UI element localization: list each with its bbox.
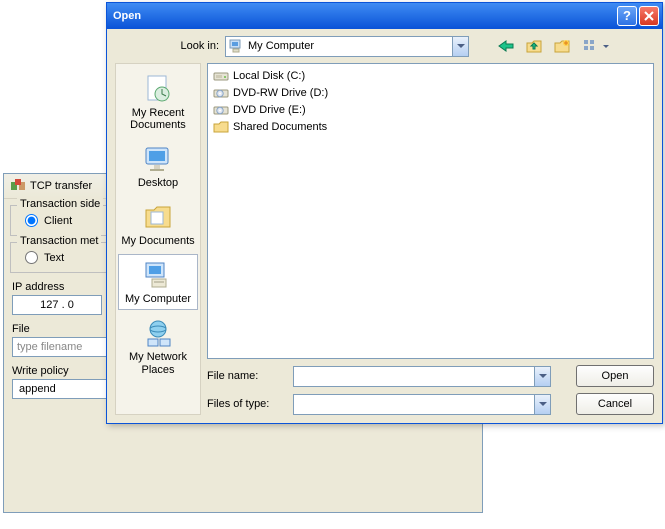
network-icon [121,317,195,349]
places-my-documents[interactable]: My Documents [118,196,198,252]
open-dialog-titlebar[interactable]: Open ? [107,3,662,29]
open-dialog: Open ? Look in: My Computer [106,2,663,424]
file-item[interactable]: Local Disk (C:) [211,67,650,84]
places-bar: My Recent Documents Desktop My Documents [115,63,201,415]
places-my-network-places[interactable]: My Network Places [118,312,198,380]
hdd-icon [213,69,229,83]
places-label: My Recent Documents [121,107,195,131]
back-button[interactable] [495,35,517,57]
folder-icon [213,120,229,134]
chevron-down-icon [534,395,550,414]
file-label: Local Disk (C:) [233,70,305,82]
open-button[interactable]: Open [576,365,654,387]
my-documents-icon [121,201,195,233]
files-of-type-label: Files of type: [207,398,285,410]
file-placeholder: type filename [17,341,82,353]
computer-icon [228,38,244,54]
client-radio[interactable] [25,214,38,227]
view-icon [579,35,601,57]
tcp-transfer-title: TCP transfer [30,180,92,192]
close-button[interactable] [639,6,659,26]
file-item[interactable]: DVD Drive (E:) [211,101,650,118]
file-name-label: File name: [207,370,285,382]
text-radio-label: Text [44,252,64,264]
optical-drive-icon [213,86,229,100]
ip-address-value: 127 . 0 [40,299,74,311]
help-button[interactable]: ? [617,6,637,26]
file-label: Shared Documents [233,121,327,133]
chevron-down-icon [601,35,612,57]
look-in-select[interactable]: My Computer [225,36,469,57]
file-label: DVD Drive (E:) [233,104,306,116]
open-button-label: Open [602,370,629,382]
look-in-label: Look in: [175,40,219,52]
chevron-down-icon [452,37,468,56]
file-name-input[interactable] [293,366,551,387]
view-menu-button[interactable] [579,35,612,57]
places-label: My Documents [121,235,195,247]
new-folder-button[interactable] [551,35,573,57]
app-icon [10,178,26,194]
file-item[interactable]: Shared Documents [211,118,650,135]
up-one-level-button[interactable] [523,35,545,57]
places-label: Desktop [121,177,195,189]
open-dialog-title: Open [113,10,615,22]
file-list[interactable]: Local Disk (C:) DVD-RW Drive (D:) DVD Dr… [207,63,654,359]
desktop-icon [121,143,195,175]
text-radio[interactable] [25,251,38,264]
files-of-type-select[interactable] [293,394,551,415]
places-label: My Computer [121,293,195,305]
transaction-method-legend: Transaction met [17,235,101,247]
recent-docs-icon [121,73,195,105]
computer-icon [121,259,195,291]
file-label: DVD-RW Drive (D:) [233,87,328,99]
transaction-side-legend: Transaction side [17,198,103,210]
places-my-recent-documents[interactable]: My Recent Documents [118,68,198,136]
places-desktop[interactable]: Desktop [118,138,198,194]
ip-address-input[interactable]: 127 . 0 [12,295,102,315]
look-in-value: My Computer [248,40,452,52]
places-label: My Network Places [121,351,195,375]
write-policy-value: append [19,383,56,395]
chevron-down-icon [534,367,550,386]
places-my-computer[interactable]: My Computer [118,254,198,310]
client-radio-label: Client [44,215,72,227]
optical-drive-icon [213,103,229,117]
cancel-button[interactable]: Cancel [576,393,654,415]
cancel-button-label: Cancel [598,398,632,410]
file-item[interactable]: DVD-RW Drive (D:) [211,84,650,101]
